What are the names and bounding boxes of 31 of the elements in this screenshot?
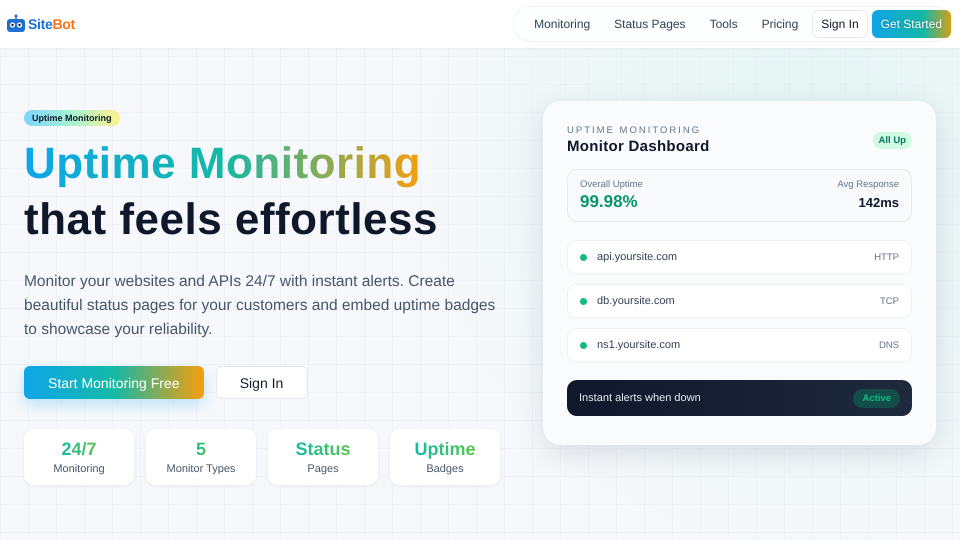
nav-link[interactable]: Pricing [752,11,808,37]
sign-in-button[interactable]: Sign In [216,366,308,399]
uptime-label: Overall Uptime [580,179,643,190]
nav-link[interactable]: Status Pages [604,11,696,37]
active-badge: Active [853,388,900,408]
monitor-host: api.yoursite.com [597,251,678,263]
response-label: Avg Response [837,179,899,190]
brand-logo[interactable]: SiteBot [28,16,75,32]
card-title: Monitor Dashboard [567,138,710,155]
robot-logo-icon [6,14,26,34]
hero-description: Monitor your websites and APIs 24/7 with instant alerts. Create beautiful status pages for your customers and embed uptime badges to showcase your reliability. [24,272,496,340]
monitor-type: HTTP [874,252,899,262]
uptime-value: 99.98% [580,192,638,212]
hero-tag: Uptime Monitoring [24,110,120,126]
monitor-host: db.yoursite.com [597,295,676,307]
alert-label: Instant alerts when down [579,392,701,404]
monitor-type: DNS [878,340,899,350]
status-badge: All Up [872,132,912,148]
response-value: 142ms [858,195,899,210]
headline: that feels effortless [24,194,438,246]
nav-link[interactable]: Monitoring [524,11,600,37]
monitor-host: ns1.yoursite.com [597,339,682,351]
monitor-type: TCP [880,296,899,306]
stat-label: Pages [307,463,339,475]
sign-in-button[interactable]: Sign In [812,10,868,38]
stat-label: Badges [426,463,464,475]
stat-value: Uptime [414,439,476,460]
nav-link[interactable]: Tools [700,11,748,37]
stat-label: Monitoring [53,463,105,475]
stat-label: Monitor Types [166,463,236,475]
card-eyebrow: UPTIME MONITORING [567,125,702,136]
